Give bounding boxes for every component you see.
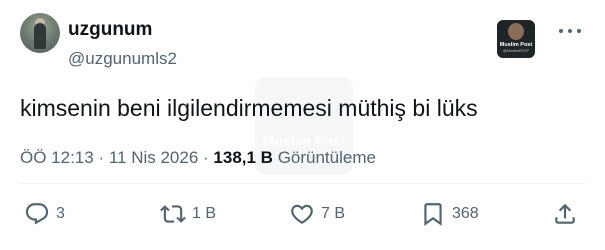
repost-icon — [160, 205, 186, 223]
like-icon — [291, 204, 313, 224]
like-count: 7 B — [321, 205, 346, 222]
more-icon[interactable] — [559, 27, 583, 37]
affiliation-badge[interactable]: Muslim Post @MuslimPOST — [497, 20, 535, 58]
tweet-meta: ÖÖ 12:13 · 11 Nis 2026 · 138,1 B Görüntü… — [20, 149, 376, 166]
tweet-date[interactable]: 11 Nis 2026 — [109, 148, 198, 167]
reply-button[interactable]: 3 — [24, 200, 65, 228]
meta-separator: · — [93, 148, 109, 167]
more-dot — [559, 29, 563, 33]
tweet-time[interactable]: ÖÖ 12:13 — [20, 148, 94, 167]
badge-subtitle: @MuslimPOST — [502, 49, 530, 53]
author-display-name[interactable]: uzgunum — [68, 20, 152, 39]
badge-title: Muslim Post — [499, 42, 533, 48]
repost-count: 1 B — [192, 205, 217, 222]
reply-icon — [25, 203, 49, 225]
avatar-figure-body — [34, 23, 46, 49]
repost-button[interactable]: 1 B — [160, 200, 216, 228]
more-dot — [577, 29, 581, 33]
tweet-text: kimsenin beni ilgilendirmemesi müthiş bi… — [20, 95, 478, 121]
share-button[interactable] — [552, 200, 578, 228]
like-button[interactable]: 7 B — [289, 200, 345, 228]
views-count: 138,1 B — [213, 148, 273, 167]
divider — [20, 183, 585, 184]
share-icon — [555, 203, 575, 224]
avatar[interactable] — [20, 13, 60, 53]
more-dot — [568, 29, 572, 33]
reply-count: 3 — [56, 205, 65, 222]
bookmark-icon — [424, 203, 442, 226]
author-handle[interactable]: @uzgunumls2 — [68, 50, 177, 67]
bookmark-count: 368 — [452, 205, 479, 222]
bookmark-button[interactable]: 368 — [420, 200, 479, 228]
views-label: Görüntüleme — [277, 148, 376, 167]
badge-face-image — [508, 23, 524, 40]
meta-separator: · — [198, 148, 214, 167]
watermark-text: Muslim Post — [262, 133, 346, 149]
